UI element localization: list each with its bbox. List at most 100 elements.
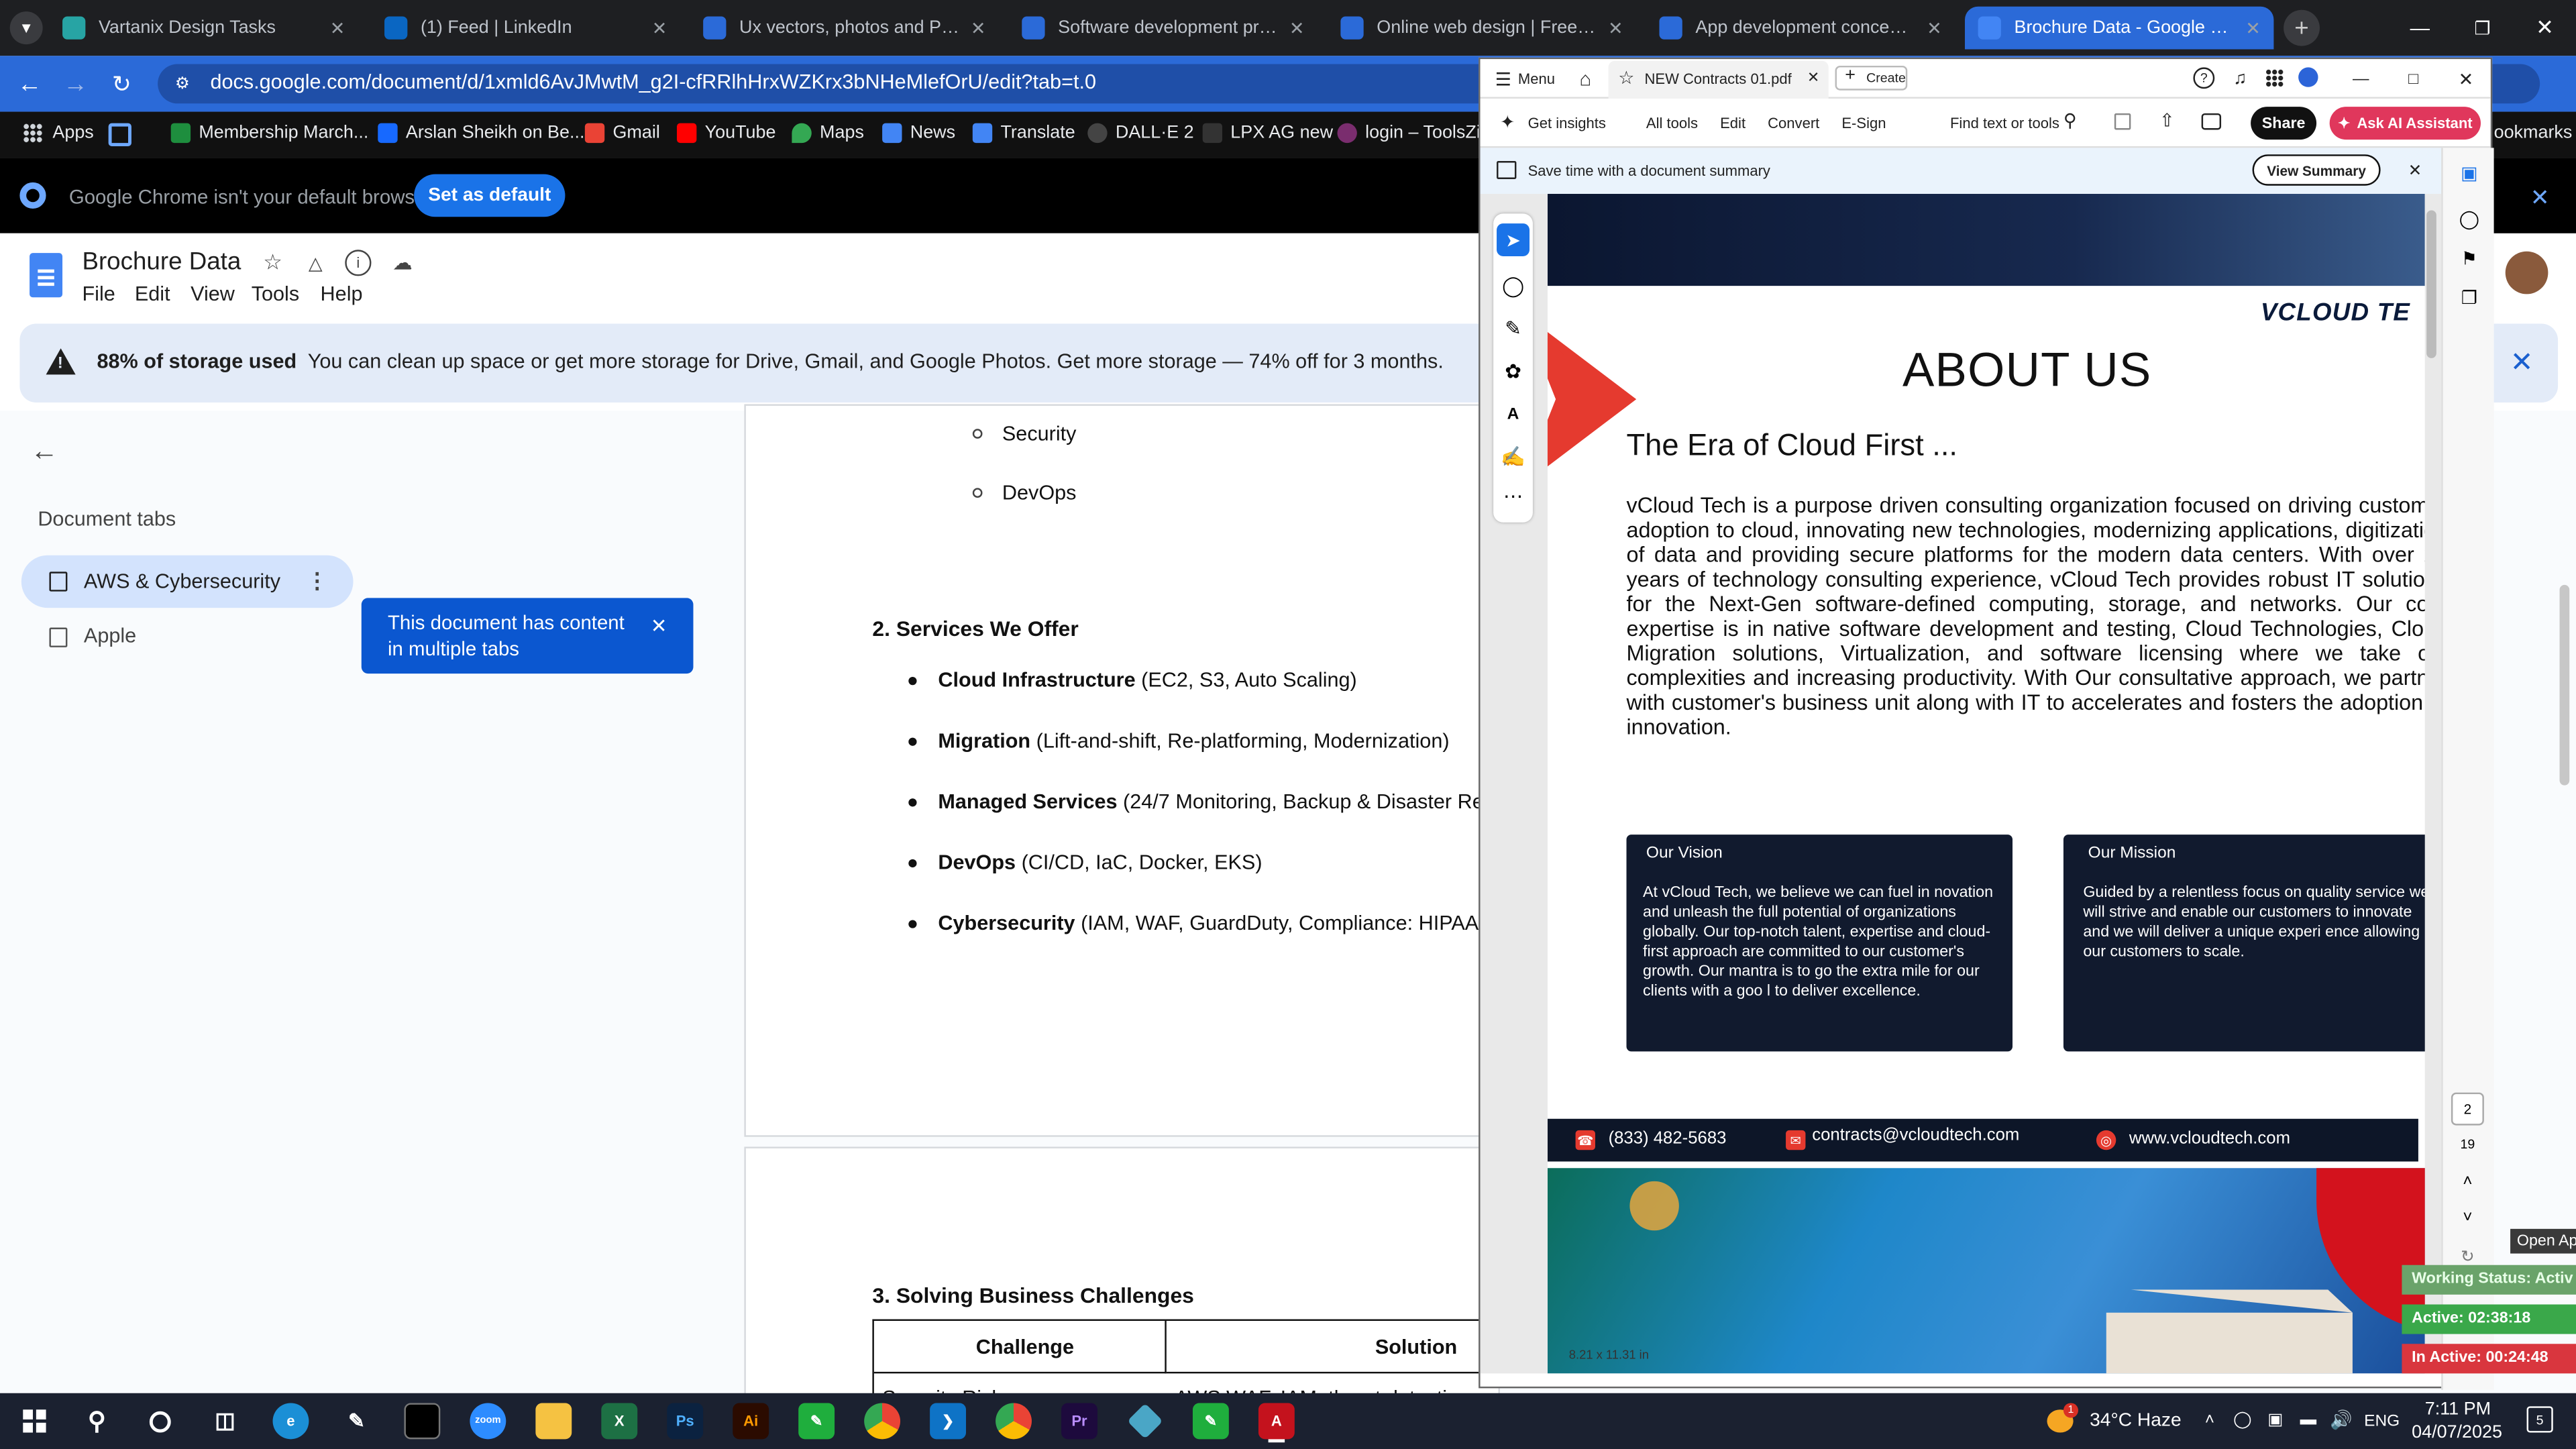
browser-tab[interactable]: (1) Feed | LinkedIn ✕ (371, 7, 680, 50)
display-icon[interactable]: ▣ (2264, 1406, 2287, 1432)
network-icon[interactable]: ▬ (2297, 1406, 2320, 1432)
close-file-icon[interactable]: ✕ (1807, 69, 1819, 87)
cortana-icon[interactable] (142, 1403, 178, 1439)
photoshop-icon[interactable]: Ps (667, 1403, 704, 1440)
docs-scrollbar[interactable] (2559, 584, 2570, 786)
cloud-status-icon[interactable]: ☁ (388, 250, 417, 276)
clock-time[interactable]: 7:11 PM (2425, 1400, 2491, 1419)
section-3-heading[interactable]: 3. Solving Business Challenges (872, 1283, 1193, 1308)
menu-file[interactable]: File (82, 282, 115, 305)
close-tab-icon[interactable]: ✕ (1608, 17, 1623, 38)
bookmark-behance[interactable]: Arslan Sheikh on Be... (378, 123, 584, 144)
hamburger-menu-icon[interactable]: ☰ (1493, 69, 1513, 89)
search-icon[interactable]: ⚲ (2060, 110, 2080, 130)
acrobat-taskbar-icon[interactable]: A (1258, 1403, 1295, 1440)
tool-get-insights[interactable]: Get insights (1528, 115, 1606, 131)
close-tab-icon[interactable]: ✕ (2245, 17, 2261, 38)
new-tab-button[interactable]: + (2284, 9, 2320, 46)
pages-panel-icon[interactable]: ❐ (2458, 286, 2481, 309)
browser-tab[interactable]: Software development program ✕ (1009, 7, 1318, 50)
document-title[interactable]: Brochure Data (82, 248, 241, 276)
file-tab[interactable]: ☆ NEW Contracts 01.pdf ✕ (1608, 60, 1829, 99)
doc-tab-apple[interactable]: Apple (21, 614, 354, 661)
search-icon[interactable]: ⚲ (79, 1403, 115, 1439)
chrome-icon[interactable] (864, 1403, 901, 1440)
service-item[interactable]: DevOps (CI/CD, IaC, Docker, EKS) (938, 851, 1262, 874)
set-default-button[interactable]: Set as default (414, 174, 566, 217)
bookmark-toolszill[interactable]: login – ToolsZill (1337, 123, 1489, 144)
premiere-icon[interactable]: Pr (1061, 1403, 1097, 1440)
ask-ai-button[interactable]: ✦ Ask AI Assistant (2329, 107, 2481, 140)
bookmark-translate[interactable]: Translate (972, 123, 1075, 144)
summary-panel-icon[interactable]: ▣ (2458, 161, 2481, 184)
browser-tab[interactable]: Online web design | Free Photo ✕ (1328, 7, 1636, 50)
minimize-icon[interactable]: — (2348, 66, 2374, 92)
start-windows-icon[interactable] (16, 1403, 52, 1439)
user-avatar[interactable] (2505, 251, 2548, 294)
bell-icon[interactable]: ♫ (2229, 66, 2251, 91)
close-tab-icon[interactable]: ✕ (971, 17, 986, 38)
create-button[interactable]: + Create (1835, 65, 1908, 91)
browser-tab[interactable]: Ux vectors, photos and PSD files ✕ (690, 7, 999, 50)
text-box-icon[interactable]: A (1497, 398, 1529, 431)
tool-esign[interactable]: E-Sign (1841, 115, 1886, 131)
bookmark-gmail[interactable]: Gmail (584, 123, 660, 144)
file-explorer-icon[interactable] (535, 1403, 572, 1440)
bookmark-grid[interactable] (108, 123, 131, 146)
close-tooltip-icon[interactable]: ✕ (647, 614, 670, 637)
browser-tab[interactable]: App development concept pers ✕ (1646, 7, 1955, 50)
page-number-input[interactable]: 2 (2451, 1092, 2484, 1126)
maximize-window-button[interactable]: ❐ (2458, 10, 2507, 46)
comment-icon[interactable]: ◯ (1497, 270, 1529, 303)
view-summary-button[interactable]: View Summary (2252, 154, 2381, 186)
close-icon[interactable]: ✕ (2453, 66, 2479, 92)
menu-label[interactable]: Menu (1518, 70, 1555, 87)
move-to-drive-icon[interactable]: △ (303, 250, 329, 276)
doc-tab-aws[interactable]: AWS & Cybersecurity ⋮ (21, 555, 354, 608)
apps-grid-icon[interactable] (2265, 68, 2284, 87)
minimize-window-button[interactable]: — (2396, 10, 2445, 46)
comments-panel-icon[interactable]: ◯ (2458, 207, 2481, 230)
find-tools-label[interactable]: Find text or tools (1950, 115, 2059, 131)
close-tab-icon[interactable]: ✕ (1927, 17, 1942, 38)
tool-convert[interactable]: Convert (1768, 115, 1819, 131)
bookmark-membership[interactable]: Membership March... (170, 123, 368, 144)
close-tab-icon[interactable]: ✕ (652, 17, 667, 38)
section-2-heading[interactable]: 2. Services We Offer (872, 616, 1078, 641)
back-arrow-icon[interactable]: ← (26, 434, 62, 470)
more-options-icon[interactable]: ⋮ (307, 568, 328, 594)
browser-tab[interactable]: Brochure Data - Google Docs ✕ (1965, 6, 2274, 50)
docs-logo-icon[interactable] (30, 253, 63, 298)
info-icon[interactable]: i (345, 250, 372, 276)
pen-app-icon[interactable]: ✎ (338, 1403, 374, 1439)
maximize-icon[interactable]: □ (2400, 66, 2426, 92)
tool-edit[interactable]: Edit (1720, 115, 1746, 131)
reload-icon[interactable]: ↻ (105, 67, 138, 100)
fill-sign-icon[interactable]: ✍ (1497, 440, 1529, 473)
green-app-icon[interactable]: ✎ (798, 1403, 835, 1440)
service-item[interactable]: Managed Services (24/7 Monitoring, Backu… (938, 790, 1515, 813)
close-summary-icon[interactable]: ✕ (2404, 160, 2426, 182)
upload-icon[interactable]: ⇧ (2155, 109, 2178, 131)
share-button[interactable]: Share (2251, 107, 2317, 140)
bookmark-maps[interactable]: Maps (792, 123, 864, 144)
notifications-icon[interactable]: 5 (2526, 1406, 2553, 1433)
home-icon[interactable]: ⌂ (1572, 66, 1599, 92)
menu-tools[interactable]: Tools (252, 282, 299, 305)
menu-help[interactable]: Help (321, 282, 363, 305)
lasso-icon[interactable]: ✿ (1497, 355, 1529, 388)
language-indicator[interactable]: ENG (2364, 1413, 2400, 1431)
bookmark-youtube[interactable]: YouTube (676, 123, 776, 144)
all-bookmarks[interactable]: ookmarks (2494, 123, 2573, 143)
page-up-icon[interactable]: ˄ (2456, 1170, 2479, 1193)
back-arrow-icon[interactable]: ← (13, 67, 46, 100)
zoom-icon[interactable]: zoom (470, 1403, 506, 1440)
close-tab-icon[interactable]: ✕ (1289, 17, 1305, 38)
vscode-icon[interactable]: ❯ (930, 1403, 967, 1440)
list-item-devops[interactable]: DevOps (1002, 482, 1077, 504)
list-item-security[interactable]: Security (1002, 422, 1077, 445)
forward-arrow-icon[interactable]: → (59, 67, 92, 100)
chevron-up-icon[interactable]: ˄ (2198, 1406, 2221, 1432)
service-item[interactable]: Migration (Lift-and-shift, Re-platformin… (938, 729, 1449, 752)
bookmarks-panel-icon[interactable]: ⚑ (2458, 246, 2481, 269)
